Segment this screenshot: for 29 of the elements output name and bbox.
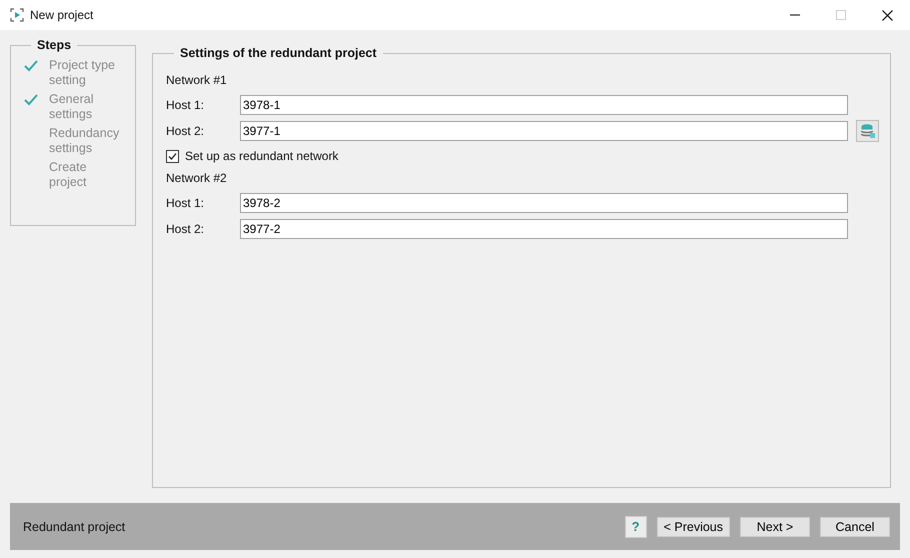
step-label: Create project — [49, 160, 88, 190]
section-label: Network #2 — [166, 170, 228, 187]
panel-title: Settings of the redundant project — [179, 46, 378, 60]
wizard-button[interactable]: < Previous — [656, 516, 730, 537]
footer-title: Redundant project — [23, 520, 126, 534]
minimize-icon[interactable] — [790, 14, 800, 16]
checkbox-label: Set up as redundant network — [185, 149, 338, 163]
step-label: Redundancy settings — [49, 126, 120, 156]
section-label: Network #1 — [166, 72, 228, 89]
wizard-button[interactable]: Next > — [740, 516, 810, 537]
close-icon[interactable] — [882, 10, 892, 20]
window-title: New project — [30, 8, 94, 22]
field-label: Host 2: — [166, 222, 206, 236]
step-label: Project type setting — [49, 58, 116, 88]
checkbox[interactable] — [166, 150, 179, 162]
input-field[interactable]: 3977-1 — [240, 121, 848, 141]
input-field[interactable]: 3978-2 — [240, 193, 848, 213]
field-label: Host 2: — [166, 124, 206, 138]
field-label: Host 1: — [166, 98, 206, 112]
database-button[interactable] — [856, 120, 879, 142]
database-icon — [860, 123, 876, 139]
app-icon — [10, 8, 24, 22]
wizard-button[interactable]: Cancel — [820, 516, 890, 537]
input-field[interactable]: 3978-1 — [240, 95, 848, 115]
step-label: General settings — [49, 92, 94, 122]
field-label: Host 1: — [166, 196, 206, 210]
checkmark-icon — [167, 150, 178, 162]
input-field[interactable]: 3977-2 — [240, 219, 848, 239]
panel-title: Steps — [36, 38, 72, 52]
